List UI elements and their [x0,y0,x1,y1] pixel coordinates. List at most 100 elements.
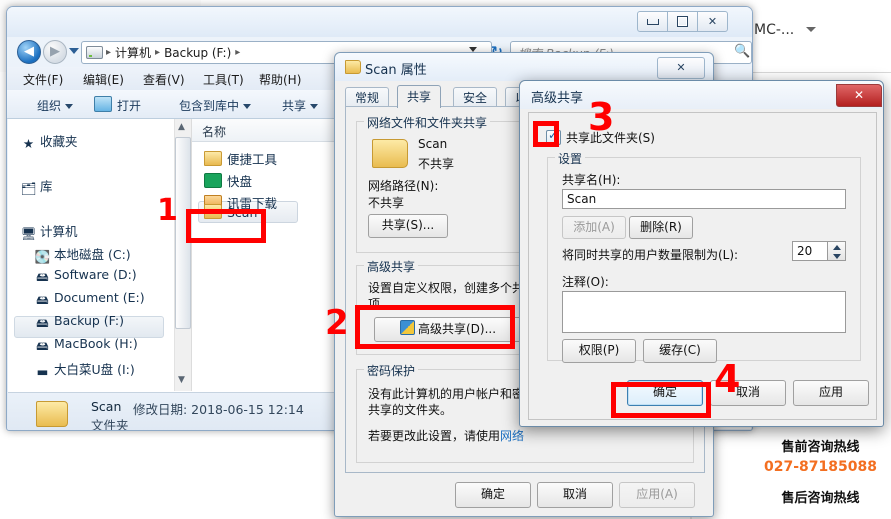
breadcrumb-separator: ▸ [155,47,161,58]
shared-folder-state: 不共享 [418,157,455,171]
password-line3-text: 若要更改此设置，请使用 [368,429,501,443]
scroll-up-icon[interactable]: ▲ [178,122,185,132]
share-button[interactable]: 共享(S)... [368,214,448,238]
maximize-button[interactable] [667,11,698,32]
user-limit-label: 将同时共享的用户数量限制为(L): [562,248,739,262]
stepper-up-icon[interactable] [833,245,841,250]
annotation-number-4: 4 [714,357,741,401]
sidebar-item-label: Backup (F:) [54,313,124,328]
menu-help[interactable]: 帮助(H) [259,71,301,88]
sidebar-item-label: Software (D:) [54,267,137,282]
details-modified: 修改日期: 2018-06-15 12:14 [133,402,304,417]
drive-icon: 🖴 [36,338,49,353]
sidebar-item-libraries[interactable]: 🗂 库 [20,176,53,197]
search-icon[interactable]: 🔍 [734,44,750,59]
sidebar-item-label: 库 [40,179,53,194]
close-button[interactable]: ✕ [697,11,728,32]
tab-security[interactable]: 安全 [453,87,498,108]
sidebar-item-label: 大白菜U盘 (I:) [54,362,135,377]
breadcrumb-separator: ▸ [235,47,241,58]
annotation-number-1: 1 [157,193,178,228]
toolbar-include-label: 包含到库中 [179,99,240,113]
forward-button[interactable]: ▶ [43,40,67,64]
library-icon: 🗂 [20,181,37,196]
scroll-down-icon[interactable]: ▼ [178,375,185,385]
sidebar-item-macbook-h[interactable]: 🖴 MacBook (H:) [34,336,138,358]
breadcrumb-computer[interactable]: 计算机 [114,44,152,61]
star-icon: ★ [22,136,35,151]
sidebar-item-usb-i[interactable]: ▬ 大白菜U盘 (I:) [34,359,135,379]
advanced-apply-button[interactable]: 应用 [793,380,869,406]
sidebar-item-software-d[interactable]: 🖴 Software (D:) [34,267,137,289]
toolbar-organize-label: 组织 [37,99,62,113]
password-line2: 共享的文件夹。 [368,403,453,417]
permissions-button[interactable]: 权限(P) [562,339,636,363]
menu-file[interactable]: 文件(F) [23,71,63,88]
sidebar-item-label: 本地磁盘 (C:) [54,247,131,262]
explorer-titlebar[interactable]: ✕ [7,7,752,37]
breadcrumb-backup[interactable]: Backup (F:) [163,46,232,60]
column-header-name[interactable]: 名称 [202,123,226,140]
tab-sharing[interactable]: 共享 [397,85,442,108]
properties-ok-button[interactable]: 确定 [455,482,531,508]
toolbar-share[interactable]: 共享 [282,97,319,114]
kuaipan-icon [204,173,222,188]
properties-cancel-button[interactable]: 取消 [537,482,613,508]
chevron-down-icon [243,104,252,109]
folder-icon [372,139,408,168]
sidebar-item-label: MacBook (H:) [54,336,138,351]
add-share-button: 添加(A) [562,216,626,239]
share-name-input[interactable]: Scan [562,189,846,209]
close-icon[interactable]: ✕ [657,57,705,79]
presales-hotline-number: 027-87185088 [764,459,877,475]
user-limit-stepper[interactable] [828,241,846,261]
sidebar-item-document-e[interactable]: 🖴 Document (E:) [34,290,145,312]
share-name-label: 共享名(H): [562,173,621,187]
aftersales-hotline-label: 售后咨询热线 [781,491,860,506]
recent-locations-icon[interactable] [69,48,79,54]
network-path-label: 网络路径(N): [368,179,439,193]
password-line3: 若要更改此设置，请使用网络 [368,427,524,444]
sidebar-item-local-disk-c[interactable]: 💽 本地磁盘 (C:) [34,244,131,265]
password-line1: 没有此计算机的用户帐户和密 [368,387,525,401]
menu-edit[interactable]: 编辑(E) [83,71,124,88]
stepper-down-icon[interactable] [833,254,841,259]
menu-tools[interactable]: 工具(T) [203,71,244,88]
close-icon[interactable]: ✕ [836,84,882,107]
advanced-desc-line1: 设置自定义权限，创建多个共 [368,281,525,295]
settings-legend: 设置 [555,150,586,167]
chevron-down-icon [65,104,74,109]
user-limit-input[interactable]: 20 [792,241,828,261]
navigation-pane: ★ 收藏夹 🗂 库 🖥 计算机 💽 本地磁盘 (C:) 🖴 Software (D:) 🖴… [8,119,174,391]
sidebar-item-label: Document (E:) [54,290,145,305]
remove-share-button[interactable]: 删除(R) [629,216,693,239]
menu-view[interactable]: 查看(V) [143,71,185,88]
account-label[interactable]: MC-... [754,22,794,38]
back-button[interactable]: ◀ [17,40,41,64]
breadcrumb-separator: ▸ [106,47,112,58]
folder-icon [36,401,68,427]
cache-button[interactable]: 缓存(C) [643,339,717,363]
toolbar-include-in-library[interactable]: 包含到库中 [179,97,252,114]
network-center-link[interactable]: 网络 [500,429,524,443]
sidebar-item-favorites[interactable]: ★ 收藏夹 [20,131,78,151]
toolbar-organize[interactable]: 组织 [37,97,74,114]
list-item[interactable]: 便捷工具 [204,149,277,168]
comment-input[interactable] [562,291,846,333]
tab-general[interactable]: 常规 [345,87,390,108]
sidebar-item-backup-f[interactable]: 🖴 Backup (F:) [34,313,124,335]
details-type: 文件夹 [91,418,129,431]
computer-icon: 🖥 [20,226,37,241]
password-protection-legend: 密码保护 [364,362,419,379]
list-item[interactable]: 快盘 [204,171,252,190]
toolbar-open[interactable]: 打开 [117,97,141,114]
sidebar-item-label: 收藏夹 [40,134,78,149]
chevron-down-icon[interactable] [806,27,816,32]
network-path-value: 不共享 [368,196,405,210]
list-item-label: 快盘 [227,174,253,189]
usb-drive-icon: ▬ [36,364,49,379]
sidebar-item-computer[interactable]: 🖥 计算机 [20,221,78,242]
annotation-box-advanced-share [355,305,515,349]
minimize-button[interactable] [637,11,668,32]
annotation-number-2: 2 [325,303,349,343]
